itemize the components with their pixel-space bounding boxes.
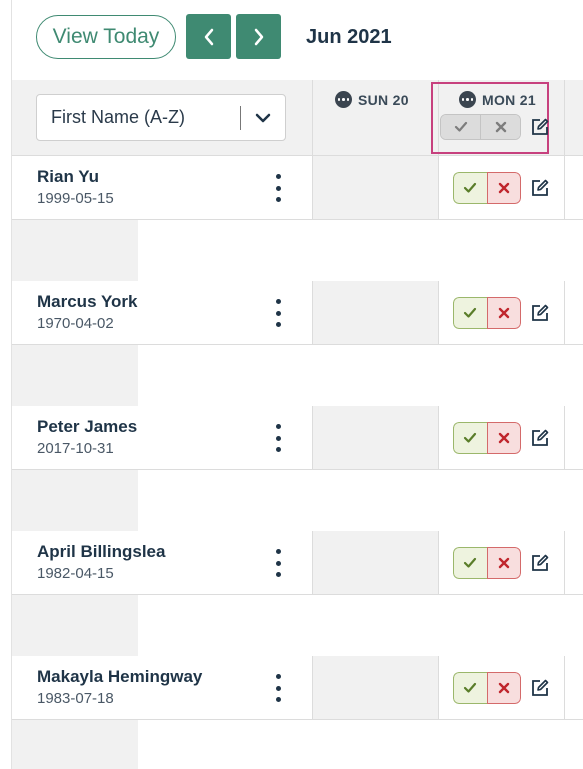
row-spacer [12,470,583,531]
student-dob: 1983-07-18 [37,690,114,707]
sun-cell [312,156,438,219]
student-name[interactable]: April Billingslea [37,542,165,562]
absent-button[interactable] [486,547,521,579]
student-row: Peter James 2017-10-31 [12,406,583,470]
student-row: Rian Yu 1999-05-15 [12,156,583,220]
edit-icon[interactable] [530,303,550,323]
edit-icon[interactable] [530,678,550,698]
close-icon [498,432,509,444]
absent-button[interactable] [486,172,521,204]
bulk-edit-icon[interactable] [530,117,550,137]
spacer-block [12,345,138,406]
student-dob: 2017-10-31 [37,440,114,457]
check-icon [464,307,477,318]
sun-cell [312,406,438,469]
spacer-block [12,470,138,531]
row-menu-icon[interactable] [268,299,288,327]
sort-select[interactable]: First Name (A-Z) [36,94,286,141]
close-icon [498,182,509,194]
toolbar: View Today Jun 2021 [0,0,583,80]
present-button[interactable] [453,297,487,329]
check-icon [464,682,477,693]
next-day-cell [565,531,583,594]
next-week-button[interactable] [236,14,281,59]
row-spacer [12,220,583,281]
row-menu-icon[interactable] [268,549,288,577]
edit-icon[interactable] [530,553,550,573]
left-border [0,0,12,769]
close-icon [498,557,509,569]
close-icon [498,682,509,694]
sun-cell [312,281,438,344]
check-icon [464,182,477,193]
absent-button[interactable] [486,672,521,704]
chevron-right-icon [254,28,263,45]
absent-button[interactable] [486,422,521,454]
student-name[interactable]: Makayla Hemingway [37,667,202,687]
day-header-sun: SUN 20 [312,80,438,156]
row-spacer [12,720,583,769]
student-name[interactable]: Peter James [37,417,137,437]
sort-select-value: First Name (A-Z) [51,107,185,127]
present-button[interactable] [453,547,487,579]
edit-icon[interactable] [530,178,550,198]
spacer-block [12,220,138,281]
row-menu-icon[interactable] [268,674,288,702]
present-button[interactable] [453,422,487,454]
mon-cell [438,281,565,344]
row-menu-icon[interactable] [268,174,288,202]
mon-cell [438,406,565,469]
day-label: SUN 20 [358,91,409,108]
chevron-left-icon [204,28,213,45]
close-icon [495,121,506,133]
close-icon [498,307,509,319]
month-label: Jun 2021 [306,26,392,48]
mon-cell [438,156,565,219]
edit-icon[interactable] [530,428,550,448]
check-icon [454,121,467,132]
next-day-cell [565,156,583,219]
student-row: Makayla Hemingway 1983-07-18 [12,656,583,720]
student-row: April Billingslea 1982-04-15 [12,531,583,595]
student-dob: 1982-04-15 [37,565,114,582]
present-button[interactable] [453,172,487,204]
spacer-block [12,720,138,769]
more-options-icon[interactable] [335,91,352,108]
student-row: Marcus York 1970-04-02 [12,281,583,345]
previous-week-button[interactable] [186,14,231,59]
student-name[interactable]: Rian Yu [37,167,99,187]
next-day-cell [565,656,583,719]
mon-cell [438,531,565,594]
row-spacer [12,595,583,656]
absent-button[interactable] [486,297,521,329]
student-name[interactable]: Marcus York [37,292,137,312]
chevron-down-icon [241,113,285,123]
student-dob: 1999-05-15 [37,190,114,207]
student-dob: 1970-04-02 [37,315,114,332]
spacer-block [12,595,138,656]
present-button[interactable] [453,672,487,704]
sun-cell [312,531,438,594]
next-day-cell [565,406,583,469]
view-today-button[interactable]: View Today [36,15,176,59]
row-spacer [12,345,583,406]
sun-cell [312,656,438,719]
row-menu-icon[interactable] [268,424,288,452]
check-icon [464,432,477,443]
check-icon [464,557,477,568]
mon-cell [438,656,565,719]
mark-all-present-button[interactable] [441,115,481,139]
bulk-attendance-toggle [440,114,521,140]
next-day-cell [565,281,583,344]
mark-all-absent-button[interactable] [481,115,520,139]
